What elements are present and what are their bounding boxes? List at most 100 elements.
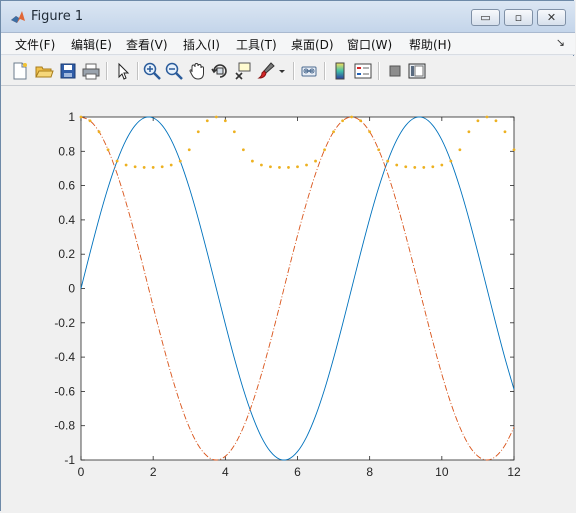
series-3-point <box>467 130 471 134</box>
new-figure-icon[interactable] <box>10 61 30 81</box>
minimize-icon: ▭ <box>480 11 491 24</box>
y-tick-label: 0.2 <box>58 247 75 261</box>
rotate-3d-icon[interactable] <box>210 61 230 81</box>
pan-hand-icon[interactable] <box>187 61 207 81</box>
brush-dropdown-icon[interactable] <box>276 61 288 81</box>
series-3-point <box>485 115 489 119</box>
matlab-logo-icon <box>11 11 25 23</box>
series-3-point <box>142 166 146 169</box>
zoom-out-icon[interactable] <box>164 61 184 81</box>
series-3-point <box>512 148 516 152</box>
y-tick-label: -1 <box>64 453 75 467</box>
y-tick-label: 1 <box>68 110 75 124</box>
series-3-point <box>223 119 227 123</box>
series-3-point <box>196 130 200 134</box>
series-3-point <box>314 159 317 163</box>
series-3-point <box>458 148 462 152</box>
window-title: Figure 1 <box>31 9 84 24</box>
close-button[interactable]: ✕ <box>537 9 566 26</box>
menu-file[interactable]: 文件(F) <box>15 36 55 53</box>
close-icon: ✕ <box>546 11 557 24</box>
series-3-point <box>449 159 453 163</box>
menu-view[interactable]: 查看(V) <box>126 36 168 53</box>
series-3-point <box>476 119 480 123</box>
restore-button[interactable]: ▫ <box>504 9 533 26</box>
show-plot-tools-icon[interactable] <box>407 61 427 81</box>
legend-icon[interactable] <box>353 61 373 81</box>
print-icon[interactable] <box>81 61 101 81</box>
menu-edit[interactable]: 编辑(E) <box>71 36 112 53</box>
toolbar-separator <box>324 62 326 80</box>
select-arrow-icon[interactable] <box>113 61 133 81</box>
series-3-point <box>350 115 354 119</box>
menu-bar: 文件(F) 编辑(E) 查看(V) 插入(I) 工具(T) 桌面(D) 窗口(W… <box>1 33 575 55</box>
y-tick-label: 0.8 <box>58 144 75 158</box>
series-3-point <box>79 115 83 119</box>
link-plot-icon[interactable] <box>299 61 319 81</box>
series-3-point <box>332 130 335 134</box>
series-3-point <box>241 148 245 152</box>
series-3-point <box>296 165 299 169</box>
title-bar[interactable]: Figure 1 ▭ ▫ ✕ <box>1 1 575 33</box>
menu-tools[interactable]: 工具(T) <box>236 36 277 53</box>
brush-icon[interactable] <box>256 61 276 81</box>
menu-window[interactable]: 窗口(W) <box>347 36 392 53</box>
y-tick-label: -0.8 <box>54 419 75 433</box>
restore-icon: ▫ <box>514 11 523 24</box>
series-3-point <box>151 166 155 169</box>
series-3-point <box>106 148 110 152</box>
series-3-point <box>305 163 308 167</box>
series-3-point <box>133 165 137 169</box>
save-icon[interactable] <box>58 61 78 81</box>
y-tick-label: 0 <box>68 282 75 296</box>
figure-canvas: 0 2 4 6 8 10 12 1 0.8 0.6 0.4 0.2 0 -0.2 -0.4 -0.6 -0.8 -… <box>1 86 575 512</box>
series-3-point <box>260 163 263 167</box>
series-3-point <box>160 165 164 169</box>
series-3-point <box>214 115 218 119</box>
menu-insert[interactable]: 插入(I) <box>183 36 220 53</box>
y-tick-label: -0.6 <box>54 384 75 398</box>
menu-desktop[interactable]: 桌面(D) <box>291 36 334 53</box>
series-3-point <box>88 119 92 123</box>
x-tick-label: 12 <box>507 465 521 479</box>
zoom-in-icon[interactable] <box>142 61 162 81</box>
menu-help[interactable]: 帮助(H) <box>409 36 451 53</box>
series-3-point <box>377 148 381 152</box>
minimize-button[interactable]: ▭ <box>471 9 500 26</box>
series-3-point <box>503 130 507 134</box>
series-3-point <box>124 163 128 167</box>
series-3-point <box>169 163 173 167</box>
y-tick-label: 0.4 <box>58 213 75 227</box>
series-3-point <box>278 166 281 169</box>
series-3-point <box>205 119 209 123</box>
x-tick-label: 0 <box>78 465 85 479</box>
series-3-point <box>359 119 363 123</box>
open-file-icon[interactable] <box>34 61 54 81</box>
toolbar-separator <box>293 62 295 80</box>
series-3-point <box>287 166 290 169</box>
plot-axes[interactable]: 0 2 4 6 8 10 12 1 0.8 0.6 0.4 0.2 0 -0.2 -0.4 -0.6 -0.8 -… <box>1 86 575 512</box>
series-3-point <box>404 165 408 169</box>
menu-overflow-icon[interactable]: ↘ <box>556 36 565 49</box>
y-tick-label: -0.4 <box>54 350 75 364</box>
series-3-point <box>178 159 182 163</box>
x-tick-label: 6 <box>294 465 301 479</box>
toolbar-separator <box>106 62 108 80</box>
toolbar-separator <box>137 62 139 80</box>
series-3-point <box>422 166 426 169</box>
series-3-point <box>494 119 498 123</box>
y-tick-label: -0.2 <box>54 316 75 330</box>
colorbar-icon[interactable] <box>330 61 350 81</box>
series-3-point <box>431 165 435 169</box>
data-cursor-icon[interactable] <box>233 61 253 81</box>
figure-toolbar <box>1 56 575 86</box>
hide-plot-tools-icon[interactable] <box>385 61 405 81</box>
series-3-point <box>368 130 372 134</box>
series-3-point <box>323 148 326 152</box>
series-3-point <box>115 159 119 163</box>
x-tick-label: 8 <box>366 465 373 479</box>
series-3-point <box>440 163 444 167</box>
x-tick-label: 4 <box>222 465 229 479</box>
series-3-point <box>386 159 390 163</box>
series-3-point <box>395 163 399 167</box>
